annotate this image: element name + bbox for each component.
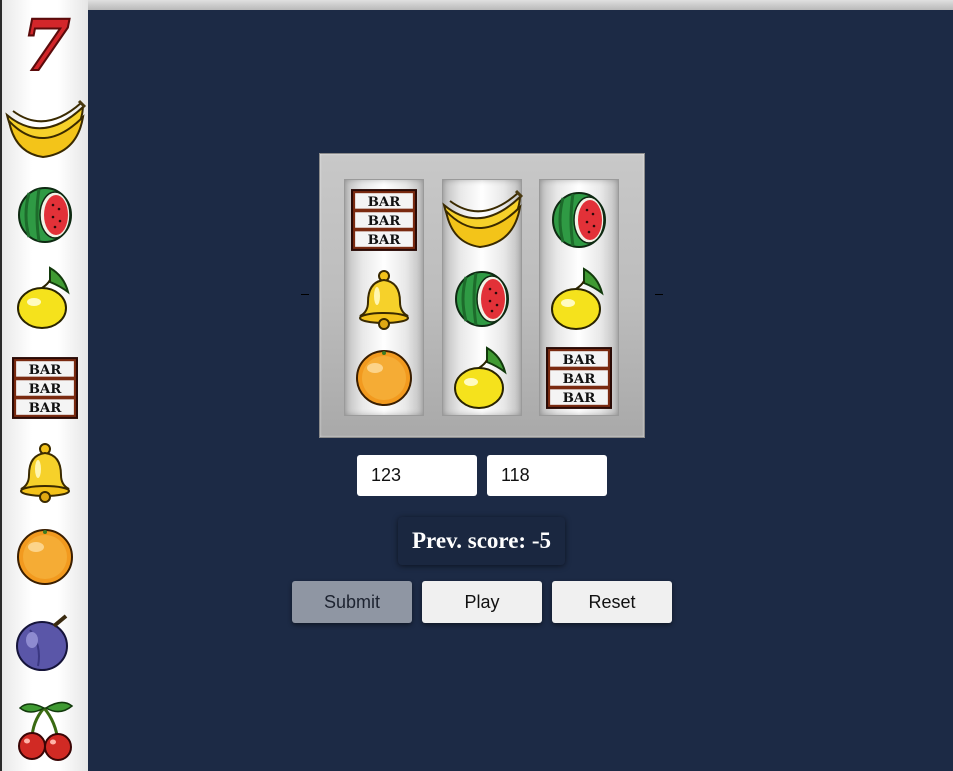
orange-icon xyxy=(354,348,414,408)
svg-text:BAR: BAR xyxy=(29,400,63,416)
play-button[interactable]: Play xyxy=(422,581,542,623)
svg-text:BAR: BAR xyxy=(563,371,597,387)
lemon-icon xyxy=(14,264,76,332)
lemon-icon xyxy=(548,265,610,333)
reel-symbol: BAR BAR BAR xyxy=(345,180,423,259)
top-bar xyxy=(88,0,953,10)
svg-text:BAR: BAR xyxy=(29,362,63,378)
lemon-icon xyxy=(451,344,513,412)
bar-icon: BAR BAR BAR xyxy=(546,346,612,409)
paytable-item xyxy=(2,258,88,338)
reel-2 xyxy=(440,179,524,417)
svg-text:7: 7 xyxy=(22,11,71,77)
svg-text:BAR: BAR xyxy=(563,352,597,368)
cherry-icon xyxy=(14,698,76,762)
paytable-item xyxy=(2,603,88,683)
payline-marker-left xyxy=(301,294,309,295)
paytable-item xyxy=(2,175,88,255)
svg-text:BAR: BAR xyxy=(368,213,402,229)
paytable-item xyxy=(2,517,88,597)
watermelon-icon xyxy=(549,190,609,250)
paytable-item xyxy=(2,432,88,512)
svg-text:BAR: BAR xyxy=(368,232,402,248)
reel-symbol xyxy=(540,259,618,338)
paytable-item: BAR BAR BAR xyxy=(2,348,88,428)
paytable-sidebar: 7 BAR BAR BAR xyxy=(0,0,88,771)
watermelon-icon xyxy=(15,185,75,245)
paytable-item xyxy=(2,90,88,170)
bell-icon xyxy=(354,268,414,330)
watermelon-icon xyxy=(452,269,512,329)
slot-machine: BAR BAR BAR BAR BAR BAR xyxy=(319,153,645,438)
reel-symbol xyxy=(345,259,423,338)
reel-1: BAR BAR BAR xyxy=(344,179,424,416)
payline-marker-right xyxy=(655,294,663,295)
banana-icon xyxy=(3,99,87,161)
bar-icon: BAR BAR BAR xyxy=(12,357,78,419)
reel-symbol xyxy=(540,180,618,259)
paytable-item xyxy=(2,690,88,770)
orange-icon xyxy=(15,527,75,587)
bell-icon xyxy=(15,441,75,503)
seven-icon: 7 xyxy=(12,11,78,77)
reel-3: BAR BAR BAR xyxy=(539,179,619,416)
reel-symbol xyxy=(443,338,521,417)
plum-icon xyxy=(14,612,76,674)
svg-text:BAR: BAR xyxy=(368,194,402,210)
reel-symbol xyxy=(345,338,423,417)
bar-icon: BAR BAR BAR xyxy=(351,188,417,251)
previous-score-panel: Prev. score: -5 xyxy=(398,517,565,565)
svg-text:BAR: BAR xyxy=(29,381,63,397)
reel-symbol xyxy=(440,180,524,259)
svg-text:BAR: BAR xyxy=(563,390,597,406)
submit-button[interactable]: Submit xyxy=(292,581,412,623)
reel-symbol xyxy=(443,259,521,338)
paytable-item: 7 xyxy=(2,4,88,84)
reset-button[interactable]: Reset xyxy=(552,581,672,623)
previous-score-text: Prev. score: -5 xyxy=(411,528,551,553)
second-number-input[interactable] xyxy=(487,455,607,496)
reel-symbol: BAR BAR BAR xyxy=(540,338,618,417)
first-number-input[interactable] xyxy=(357,455,477,496)
banana-icon xyxy=(440,189,524,251)
